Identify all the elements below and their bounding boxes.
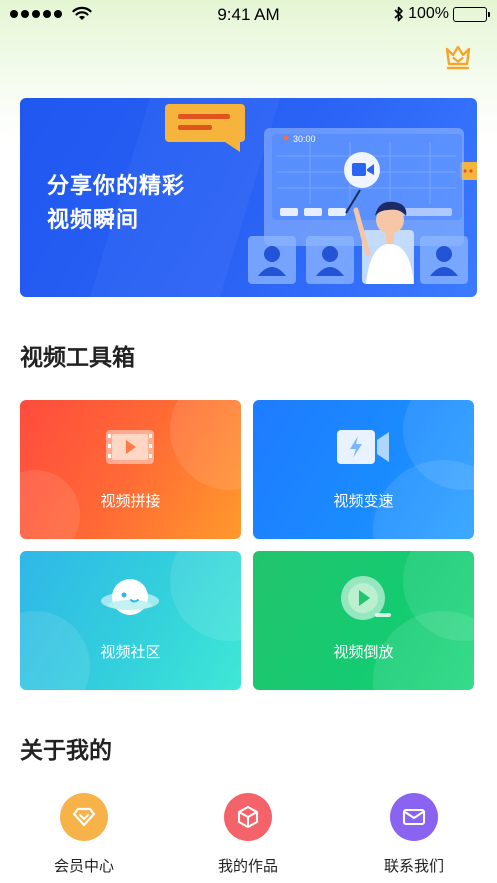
film-strip-icon xyxy=(106,430,154,464)
planet-icon xyxy=(101,579,159,615)
tool-card-video-merge[interactable]: 视频拼接 xyxy=(20,400,241,539)
about-label-contact-us: 联系我们 xyxy=(383,857,444,875)
video-camera-speed-icon xyxy=(337,430,389,464)
about-title: 关于我的 xyxy=(20,738,112,764)
banner-title-line1: 分享你的精彩 xyxy=(47,174,186,199)
box-icon xyxy=(224,793,272,841)
tool-card-video-community[interactable]: 视频社区 xyxy=(20,551,241,690)
battery-percent: 100% xyxy=(408,5,449,22)
tool-card-video-speed[interactable]: 视频变速 xyxy=(253,400,474,539)
about-label-my-works: 我的作品 xyxy=(217,857,278,875)
about-label-vip-center: 会员中心 xyxy=(53,857,114,875)
crown-icon[interactable] xyxy=(444,44,472,70)
about-item-contact-us[interactable]: 联系我们 xyxy=(344,793,484,876)
play-circle-icon xyxy=(341,576,391,620)
mail-icon xyxy=(390,793,438,841)
tool-card-video-reverse[interactable]: 视频倒放 xyxy=(253,551,474,690)
promo-banner[interactable]: 30:00 分享你的精彩 视频瞬间 xyxy=(20,98,477,297)
tool-label-video-merge: 视频拼接 xyxy=(100,492,161,510)
status-right: 100% xyxy=(394,5,490,23)
bluetooth-icon xyxy=(394,6,403,22)
banner-title: 分享你的精彩 视频瞬间 xyxy=(47,170,227,238)
battery-icon xyxy=(453,6,490,22)
status-bar: 9:41 AM 100% xyxy=(0,0,497,30)
tool-label-video-community: 视频社区 xyxy=(100,643,161,661)
about-item-vip-center[interactable]: 会员中心 xyxy=(14,793,154,876)
screen-time-text: 30:00 xyxy=(293,134,316,144)
about-item-my-works[interactable]: 我的作品 xyxy=(178,793,318,876)
banner-title-line2: 视频瞬间 xyxy=(47,208,140,233)
tool-label-video-speed: 视频变速 xyxy=(333,492,394,510)
toolbox-title: 视频工具箱 xyxy=(20,345,135,371)
tool-label-video-reverse: 视频倒放 xyxy=(333,643,394,661)
diamond-icon xyxy=(60,793,108,841)
